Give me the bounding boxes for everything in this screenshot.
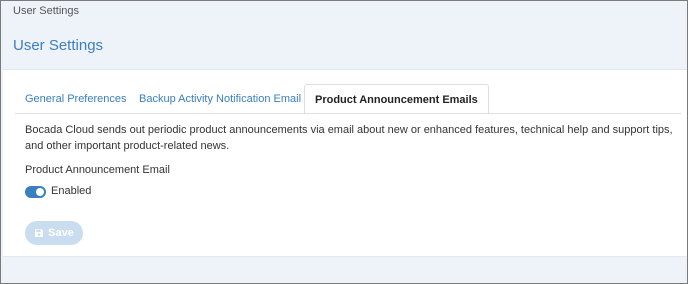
floppy-disk-icon — [35, 229, 44, 237]
tab-divider — [15, 113, 681, 114]
tab-bar: General Preferences Backup Activity Noti… — [15, 84, 687, 114]
description-text: Bocada Cloud sends out periodic product … — [25, 124, 673, 152]
tab-backup-activity-notification-email[interactable]: Backup Activity Notification Email — [139, 84, 301, 114]
product-announcement-email-label: Product Announcement Email — [25, 164, 170, 176]
tab-product-announcement-emails[interactable]: Product Announcement Emails — [304, 84, 489, 114]
save-button[interactable]: Save — [25, 221, 83, 245]
tab-general-preferences[interactable]: General Preferences — [25, 84, 127, 114]
breadcrumb: User Settings — [13, 5, 80, 17]
settings-panel: General Preferences Backup Activity Noti… — [3, 69, 687, 257]
save-button-label: Save — [48, 227, 74, 239]
toggle-knob — [36, 188, 44, 196]
toggle-label: Enabled — [51, 185, 92, 197]
enabled-toggle[interactable] — [25, 186, 46, 198]
app-frame: User Settings User Settings General Pref… — [0, 0, 688, 284]
page-title: User Settings — [13, 37, 104, 54]
